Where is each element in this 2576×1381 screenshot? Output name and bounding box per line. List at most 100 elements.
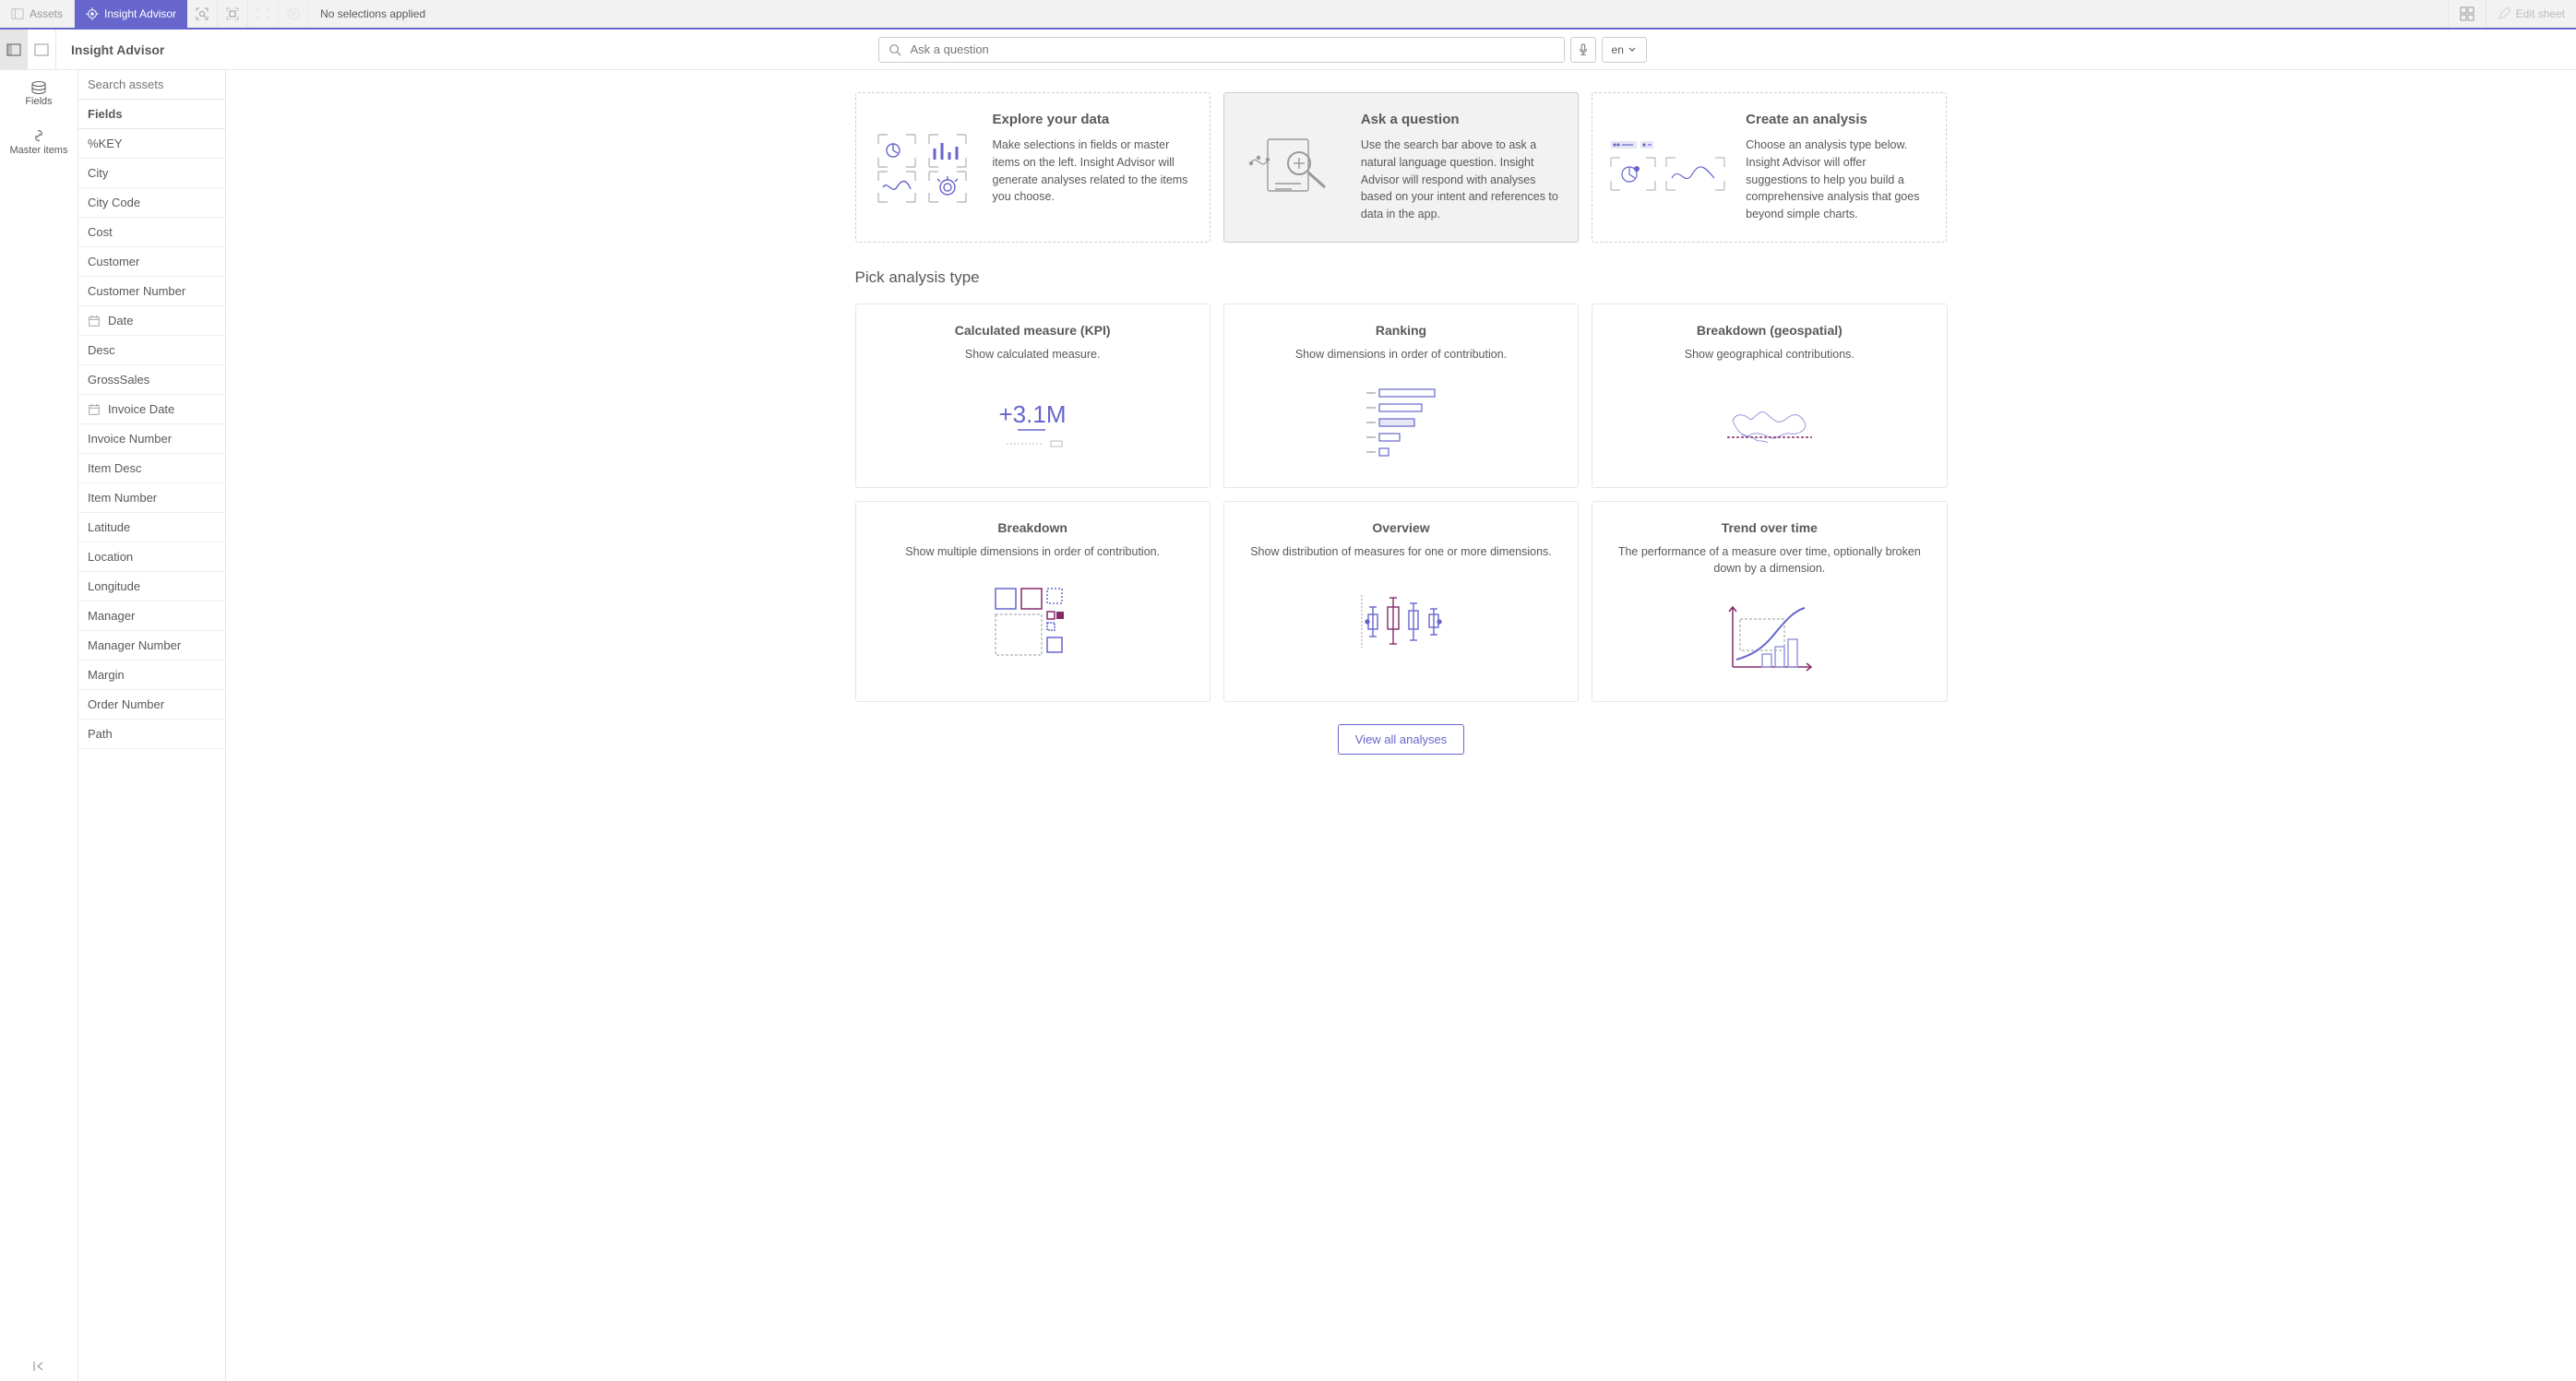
calendar-icon [88, 403, 101, 416]
top-toolbar: Assets Insight Advisor No selections app… [0, 0, 2576, 30]
analysis-desc: The performance of a measure over time, … [1607, 544, 1931, 577]
analysis-card[interactable]: Overview Show distribution of measures fo… [1223, 501, 1579, 702]
field-label: Invoice Number [88, 432, 172, 446]
analysis-icon [1354, 579, 1447, 667]
search-icon [879, 43, 911, 56]
field-label: City [88, 166, 108, 180]
sub-toolbar: Insight Advisor en [0, 30, 2576, 70]
panel-hide-icon[interactable] [28, 30, 55, 69]
intro-card-title: Explore your data [993, 112, 1193, 127]
link-icon [31, 128, 46, 143]
fields-search-input[interactable] [88, 77, 226, 91]
analysis-desc: Show multiple dimensions in order of con… [905, 544, 1160, 561]
field-label: Desc [88, 343, 115, 357]
field-row[interactable]: Margin [78, 661, 225, 690]
assets-button[interactable]: Assets [0, 0, 75, 28]
rail-fields[interactable]: Fields [0, 70, 78, 118]
field-label: Invoice Date [108, 402, 174, 416]
chevron-down-icon [1628, 45, 1637, 54]
field-label: GrossSales [88, 373, 149, 387]
intro-card-title: Create an analysis [1746, 112, 1929, 127]
field-label: Manager [88, 609, 135, 623]
assets-label: Assets [30, 7, 63, 20]
intro-card[interactable]: Explore your data Make selections in fiel… [855, 92, 1210, 243]
fields-panel: Fields %KEY City City CodeCostCustomerCust… [78, 70, 226, 1381]
field-row[interactable]: Customer Number [78, 277, 225, 306]
field-row[interactable]: %KEY [78, 129, 225, 159]
analysis-icon [1359, 381, 1442, 469]
insight-advisor-button[interactable]: Insight Advisor [75, 0, 187, 28]
field-row[interactable]: Desc [78, 336, 225, 365]
mic-button[interactable] [1570, 37, 1596, 63]
intro-card-icon [1609, 112, 1729, 223]
analysis-title: Breakdown (geospatial) [1697, 323, 1843, 338]
field-row[interactable]: Longitude [78, 572, 225, 601]
field-row[interactable]: Order Number [78, 690, 225, 720]
field-row[interactable]: Cost [78, 218, 225, 247]
analysis-card[interactable]: Breakdown (geospatial) Show geographical … [1592, 304, 1947, 489]
field-label: Location [88, 550, 133, 564]
rail-fields-label: Fields [25, 96, 52, 107]
intro-card-desc: Make selections in fields or master item… [993, 137, 1193, 206]
analysis-icon [1723, 381, 1816, 469]
analysis-card[interactable]: Trend over timeThe performance of a meas… [1592, 501, 1947, 702]
field-row[interactable]: Customer [78, 247, 225, 277]
intro-card[interactable]: Create an analysis Choose an analysis typ… [1592, 92, 1947, 243]
search-bar[interactable] [878, 37, 1565, 63]
field-row[interactable]: Item Desc [78, 454, 225, 483]
search-input[interactable] [911, 42, 1564, 56]
clear-selections-icon [279, 0, 309, 28]
field-row[interactable]: Path [78, 720, 225, 749]
fields-header: Fields [78, 100, 225, 129]
rail-master-label: Master items [10, 145, 68, 156]
field-row[interactable]: City [78, 159, 225, 188]
field-row[interactable]: City Code [78, 188, 225, 218]
field-label: Path [88, 727, 113, 741]
insight-advisor-label: Insight Advisor [104, 7, 176, 20]
panel-show-icon[interactable] [0, 30, 28, 69]
analysis-desc: Show geographical contributions. [1685, 347, 1854, 363]
step-back-icon [248, 0, 279, 28]
rail-collapse-icon[interactable] [0, 1359, 78, 1374]
field-label: Item Number [88, 491, 157, 505]
analysis-title: Ranking [1376, 323, 1426, 338]
language-value: en [1612, 43, 1624, 56]
analysis-desc: Show calculated measure. [965, 347, 1101, 363]
language-select[interactable]: en [1602, 37, 1647, 63]
intro-card-title: Ask a question [1361, 112, 1561, 127]
analysis-desc: Show distribution of measures for one or… [1250, 544, 1552, 561]
smart-search-icon[interactable] [187, 0, 218, 28]
analysis-card[interactable]: Calculated measure (KPI)Show calculated … [855, 304, 1210, 489]
field-label: Manager Number [88, 638, 181, 652]
intro-card-icon [873, 112, 976, 223]
field-row[interactable]: Invoice Number [78, 424, 225, 454]
field-label: Longitude [88, 579, 140, 593]
field-row[interactable]: Date [78, 306, 225, 336]
analysis-card[interactable]: Ranking Show dimensions in order of contr… [1223, 304, 1579, 489]
field-row[interactable]: Invoice Date [78, 395, 225, 424]
field-row[interactable]: GrossSales [78, 365, 225, 395]
analysis-title: Overview [1372, 520, 1429, 535]
edit-sheet-label: Edit sheet [2516, 7, 2565, 20]
rail-master-items[interactable]: Master items [0, 118, 78, 166]
view-all-analyses-button[interactable]: View all analyses [1338, 724, 1464, 755]
intro-card-desc: Use the search bar above to ask a natura… [1361, 137, 1561, 223]
field-label: Item Desc [88, 461, 142, 475]
field-row[interactable]: Location [78, 542, 225, 572]
sheet-nav-icon[interactable] [2448, 0, 2486, 28]
field-row[interactable]: Item Number [78, 483, 225, 513]
field-row[interactable]: Manager [78, 601, 225, 631]
page-title: Insight Advisor [56, 42, 179, 57]
field-row[interactable]: Latitude [78, 513, 225, 542]
field-label: Latitude [88, 520, 130, 534]
analysis-card[interactable]: BreakdownShow multiple dimensions in ord… [855, 501, 1210, 702]
left-rail: Fields Master items [0, 70, 78, 1381]
section-title: Pick analysis type [855, 268, 1948, 287]
field-row[interactable]: Manager Number [78, 631, 225, 661]
selections-tool-icon[interactable] [218, 0, 248, 28]
intro-card-desc: Choose an analysis type below. Insight A… [1746, 137, 1929, 223]
field-label: %KEY [88, 137, 123, 150]
intro-card[interactable]: Ask a question Use the search bar above t… [1223, 92, 1579, 243]
analysis-desc: Show dimensions in order of contribution… [1295, 347, 1507, 363]
database-icon [30, 81, 47, 94]
